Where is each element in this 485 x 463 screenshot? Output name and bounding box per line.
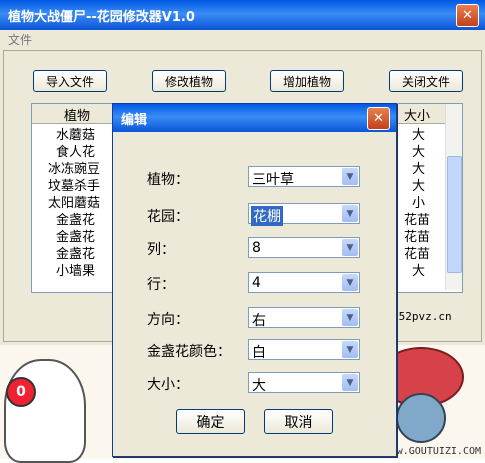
table-scrollbar[interactable] xyxy=(445,104,462,290)
chevron-down-icon[interactable]: ▼ xyxy=(342,274,358,291)
garden-select[interactable]: 花棚 ▼ xyxy=(248,203,360,226)
row-select-value: 4 xyxy=(252,275,261,291)
dialog-titlebar[interactable]: 编辑 ✕ xyxy=(113,104,396,132)
size-select[interactable]: 大 ▼ xyxy=(248,372,360,394)
main-titlebar[interactable]: 植物大战僵尸--花园修改器V1.0 ✕ xyxy=(0,0,485,30)
direction-label: 方向： xyxy=(147,312,189,328)
size-select-value: 大 xyxy=(252,378,266,394)
plant-select[interactable]: 三叶草 ▼ xyxy=(248,166,360,188)
marigold-color-select-value: 白 xyxy=(252,345,266,361)
menu-file[interactable]: 文件 xyxy=(8,33,32,47)
scrollbar-thumb[interactable] xyxy=(447,156,462,273)
chevron-down-icon[interactable]: ▼ xyxy=(342,205,358,222)
modify-plant-button[interactable]: 修改植物 xyxy=(152,70,226,92)
menubar: 文件 xyxy=(0,30,485,50)
cell-size: 大 xyxy=(412,264,426,279)
chevron-down-icon[interactable]: ▼ xyxy=(342,168,358,185)
add-plant-button[interactable]: 增加植物 xyxy=(270,70,344,92)
cell-plant: 小墙果 xyxy=(56,264,96,279)
direction-select-value: 右 xyxy=(252,313,266,329)
plant-label: 植物： xyxy=(147,172,189,188)
main-close-icon[interactable]: ✕ xyxy=(456,3,479,27)
column-select[interactable]: 8 ▼ xyxy=(248,237,360,258)
chevron-down-icon[interactable]: ▼ xyxy=(342,239,358,256)
chevron-down-icon[interactable]: ▼ xyxy=(342,374,358,391)
watermark: www.GOUTUIZI.COM xyxy=(384,446,481,457)
dialog-close-icon[interactable]: ✕ xyxy=(367,106,390,130)
column-label: 列： xyxy=(147,242,175,258)
badge-zero: 0 xyxy=(6,377,36,407)
cartoon-ball-image xyxy=(396,393,446,443)
dialog-title: 编辑 xyxy=(121,112,148,128)
cartoon-cat-image xyxy=(4,359,86,463)
import-file-button[interactable]: 导入文件 xyxy=(33,70,107,92)
site-url: .52pvz.cn xyxy=(392,310,452,323)
garden-label: 花园： xyxy=(147,209,189,225)
size-label: 大小： xyxy=(147,377,189,393)
column-select-value: 8 xyxy=(252,240,261,256)
ok-button[interactable]: 确定 xyxy=(176,409,245,434)
marigold-color-label: 金盏花颜色： xyxy=(147,344,231,360)
direction-select[interactable]: 右 ▼ xyxy=(248,307,360,329)
chevron-down-icon[interactable]: ▼ xyxy=(342,341,358,358)
row-select[interactable]: 4 ▼ xyxy=(248,272,360,293)
plant-select-value: 三叶草 xyxy=(252,172,294,188)
column-header-plant[interactable]: 植物 xyxy=(64,105,90,124)
cancel-button[interactable]: 取消 xyxy=(264,409,333,434)
garden-select-value: 花棚 xyxy=(251,206,283,226)
row-label: 行： xyxy=(147,277,175,293)
main-window-title: 植物大战僵尸--花园修改器V1.0 xyxy=(8,9,195,25)
close-file-button[interactable]: 关闭文件 xyxy=(389,70,463,92)
edit-dialog: 编辑 ✕ 植物： 三叶草 ▼ 花园： 花棚 ▼ 列： 8 ▼ 行： 4 ▼ 方向： 右 ▼… xyxy=(112,103,397,457)
chevron-down-icon[interactable]: ▼ xyxy=(342,309,358,326)
column-header-size[interactable]: 大小 xyxy=(404,105,430,124)
marigold-color-select[interactable]: 白 ▼ xyxy=(248,339,360,361)
